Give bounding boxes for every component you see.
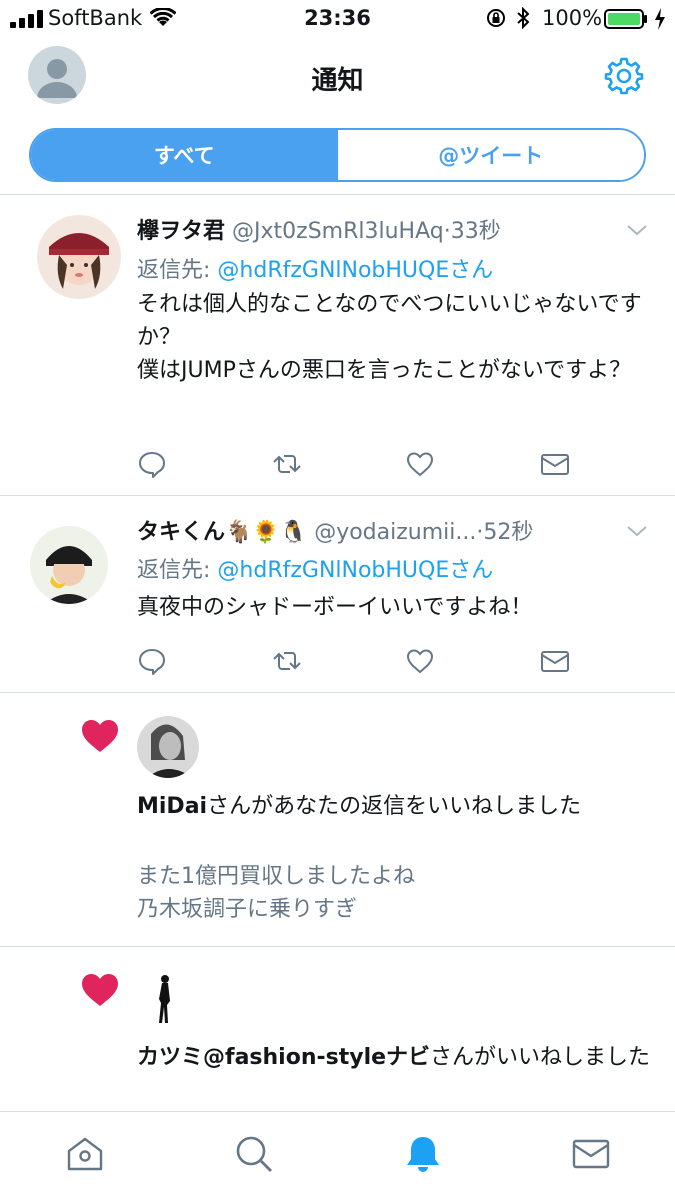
user-avatar[interactable] [37, 215, 121, 299]
reply-icon[interactable] [137, 646, 167, 676]
tweet-actions [137, 646, 577, 676]
chevron-down-icon[interactable] [626, 223, 648, 237]
reply-prefix: 返信先: [137, 558, 218, 583]
avatar-photo [30, 526, 108, 604]
notification-filter: すべて @ツイート [29, 128, 646, 182]
user-avatar[interactable] [30, 526, 108, 604]
reply-prefix: 返信先: [137, 258, 218, 283]
search-icon[interactable] [234, 1134, 274, 1174]
like-icon[interactable] [405, 646, 435, 676]
bluetooth-icon [517, 7, 530, 29]
battery-icon [604, 9, 647, 29]
tab-all[interactable]: すべて [31, 130, 338, 180]
reply-icon[interactable] [137, 449, 167, 479]
reply-context: 返信先: @hdRfzGNlNobHUQEさん [137, 552, 493, 584]
tweet-text: それは個人的なことなのでべつにいいじゃないですか？ 僕はJUMPさんの悪口を言っ… [137, 292, 642, 383]
battery-percent: 100% [542, 6, 603, 30]
reply-context: 返信先: @hdRfzGNlNobHUQEさん [137, 252, 493, 284]
retweet-icon[interactable] [272, 646, 302, 676]
reply-to-link[interactable]: @hdRfzGNlNobHUQEさん [217, 258, 493, 283]
home-icon[interactable] [65, 1134, 105, 1174]
dm-icon[interactable] [540, 646, 570, 676]
tweet-header: タキくん🐐🌻🐧 @yodaizumii...·52秒 [137, 514, 533, 546]
tweet-header: 欅ヲタ君 @Jxt0zSmRl3luHAq·33秒 [137, 213, 501, 245]
display-name[interactable]: 欅ヲタ君 [137, 219, 225, 244]
like-action-text: さんがあなたの返信をいいねしました [207, 794, 582, 819]
tweet-text: 真夜中のシャドーボーイいいですよね！ [137, 595, 533, 620]
charging-icon [655, 8, 665, 30]
tweet-time: 52秒 [483, 520, 534, 545]
avatar-photo [137, 969, 199, 1031]
like-notification[interactable]: MiDaiさんがあなたの返信をいいねしました また1億円買収しましたよね 乃木坂… [0, 693, 675, 946]
header: 通知 [0, 38, 675, 118]
like-message: カツミ@fashion-styleナビさんがいいねしました [137, 1041, 657, 1074]
like-action-text: さんがいいねしました [430, 1045, 651, 1070]
tweet-time: 33秒 [450, 219, 501, 244]
status-bar: SoftBank 23:36 100% [0, 0, 675, 38]
tab-mentions[interactable]: @ツイート [337, 130, 644, 180]
liked-tweet-snippet: また1億円買収しましたよね 乃木坂調子に乗りすぎ [137, 864, 415, 922]
notifications-icon[interactable] [403, 1134, 443, 1174]
heart-icon [82, 974, 118, 1006]
chevron-down-icon[interactable] [626, 524, 648, 538]
rotation-lock-icon [487, 9, 505, 27]
dot-separator: · [443, 219, 451, 244]
page-title: 通知 [311, 66, 364, 96]
display-name[interactable]: タキくん🐐🌻🐧 [137, 520, 307, 545]
liker-name[interactable]: MiDai [137, 794, 207, 819]
retweet-icon[interactable] [272, 449, 302, 479]
user-avatar[interactable] [137, 969, 199, 1031]
liker-name[interactable]: カツミ@fashion-styleナビ [137, 1045, 430, 1070]
dm-icon[interactable] [540, 449, 570, 479]
user-handle[interactable]: @Jxt0zSmRl3luHAq [232, 219, 444, 244]
gear-icon[interactable] [604, 56, 644, 96]
tab-bar [0, 1111, 675, 1200]
like-message: MiDaiさんがあなたの返信をいいねしました [137, 790, 657, 823]
tweet-actions [137, 449, 577, 479]
avatar-photo [137, 716, 199, 778]
user-handle[interactable]: @yodaizumii... [314, 520, 476, 545]
tweet-item[interactable]: タキくん🐐🌻🐧 @yodaizumii...·52秒 返信先: @hdRfzGN… [0, 496, 675, 692]
heart-icon [82, 720, 118, 752]
tweet-item[interactable]: 欅ヲタ君 @Jxt0zSmRl3luHAq·33秒 返信先: @hdRfzGNl… [0, 195, 675, 495]
like-icon[interactable] [405, 449, 435, 479]
like-notification[interactable]: カツミ@fashion-styleナビさんがいいねしました [0, 947, 675, 1111]
messages-icon[interactable] [571, 1134, 611, 1174]
reply-to-link[interactable]: @hdRfzGNlNobHUQEさん [217, 558, 493, 583]
avatar-photo [37, 215, 121, 299]
user-avatar[interactable] [137, 716, 199, 778]
